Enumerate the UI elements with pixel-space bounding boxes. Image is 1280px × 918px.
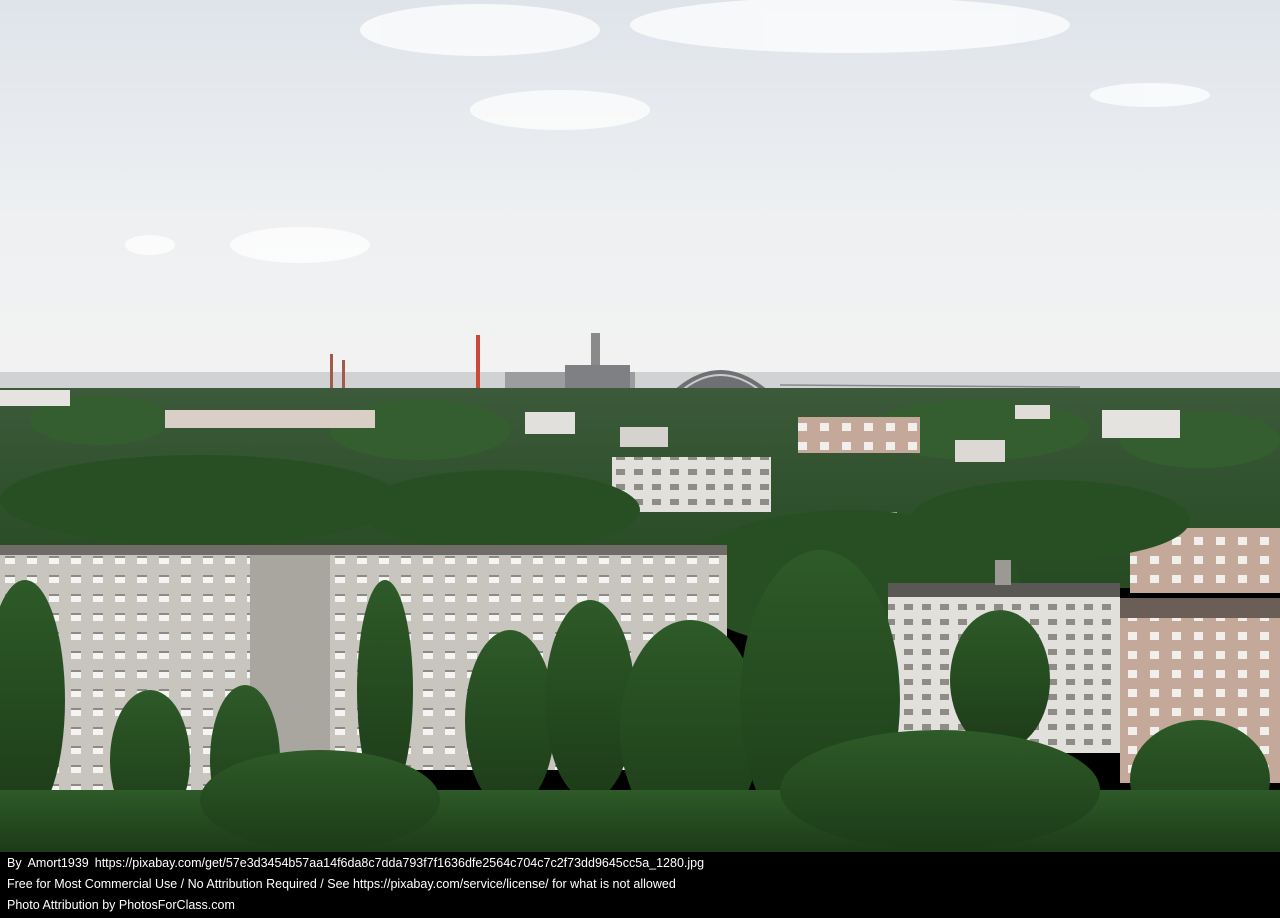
- license-line: Free for Most Commercial Use / No Attrib…: [7, 877, 676, 891]
- photo: [0, 0, 1280, 852]
- attribution-line: Photo Attribution by PhotosForClass.com: [7, 898, 235, 912]
- author-name: Amort1939: [27, 856, 89, 870]
- source-url[interactable]: https://pixabay.com/get/57e3d3454b57aa14…: [95, 856, 704, 870]
- caption-bar: By Amort1939 https://pixabay.com/get/57e3d…: [0, 852, 1280, 918]
- sky: [0, 0, 1280, 400]
- by-label: By: [7, 856, 22, 870]
- credit-line: By Amort1939 https://pixabay.com/get/57e3d…: [7, 853, 1280, 874]
- landscape-image: [0, 0, 1280, 852]
